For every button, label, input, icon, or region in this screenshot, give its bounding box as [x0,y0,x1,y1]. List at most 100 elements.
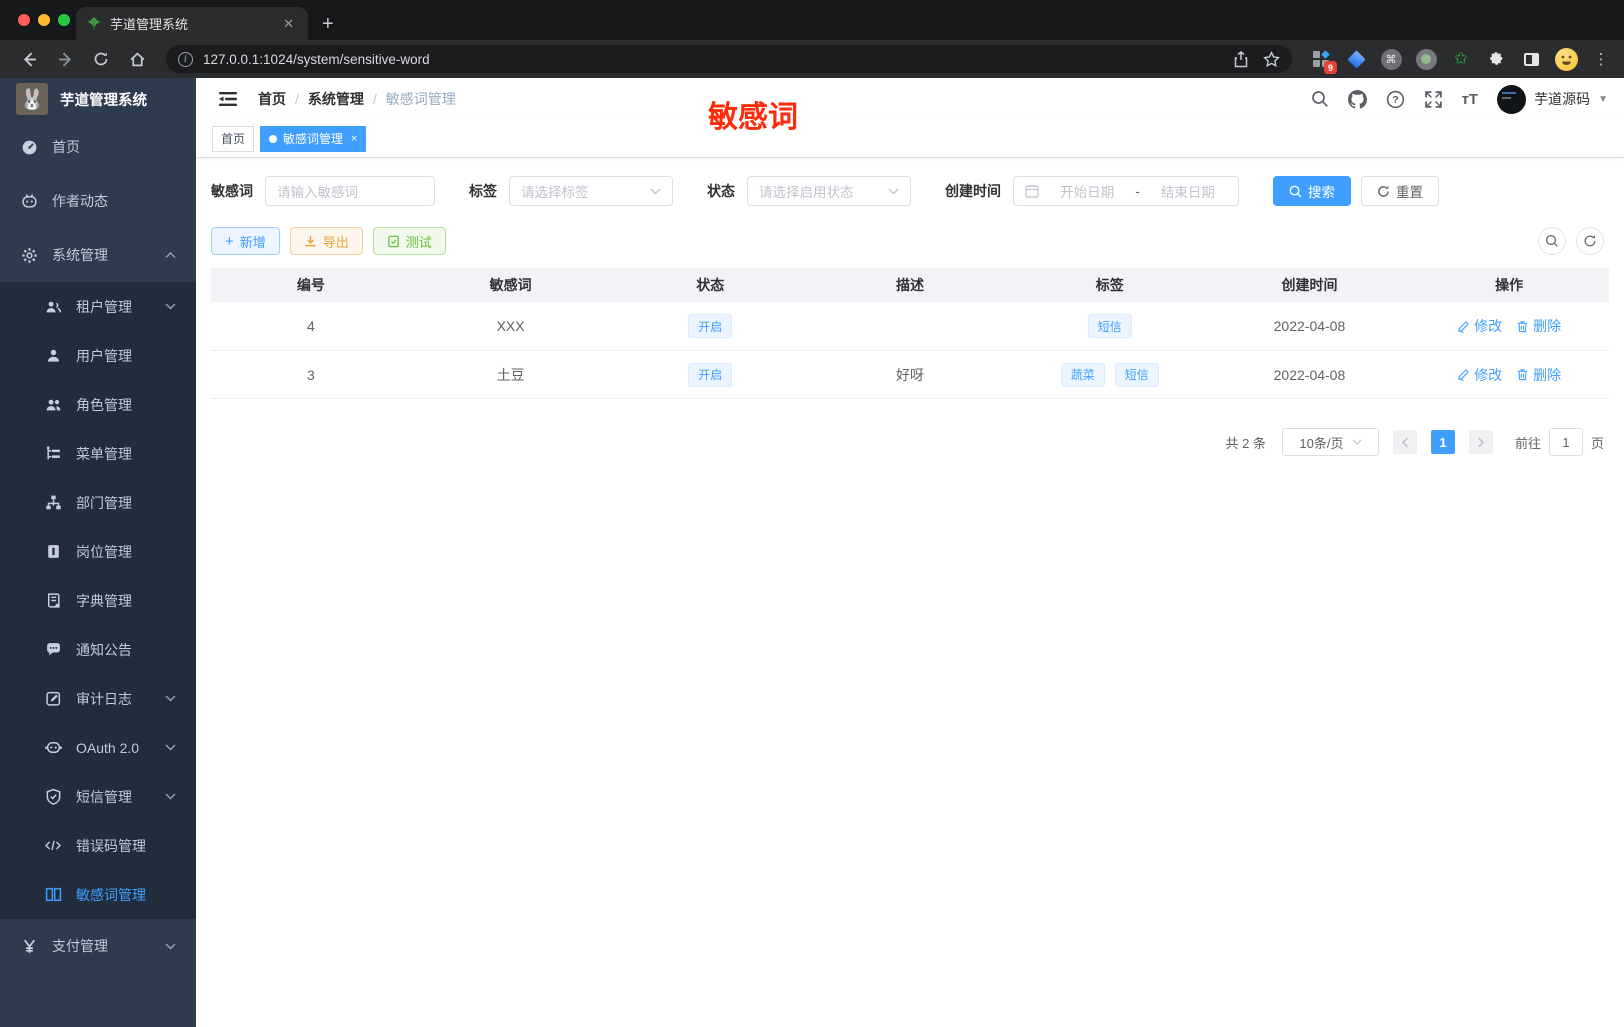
oauth-icon [44,739,62,756]
reload-button[interactable] [86,44,116,74]
page-size-select[interactable]: 10条/页 [1281,428,1379,456]
tag-select[interactable]: 请选择标签 [509,176,673,206]
sidebar-item-dashboard[interactable]: 首页 [0,120,196,174]
traffic-lights[interactable] [18,14,70,26]
svg-text:?: ? [1392,94,1398,106]
zoom-window-button[interactable] [58,14,70,26]
cell-word: 土豆 [496,366,525,383]
breadcrumb-item[interactable]: 系统管理 [308,89,364,109]
reset-button[interactable]: 重置 [1361,176,1439,206]
date-end-placeholder: 结束日期 [1160,185,1215,200]
minimize-window-button[interactable] [38,14,50,26]
sidebar-item-sms[interactable]: 短信管理 [0,772,196,821]
forward-button[interactable] [50,44,80,74]
sidebar-item-post[interactable]: 岗位管理 [0,527,196,576]
table-header-cell: 标签 [1095,277,1124,293]
sidebar-item-pay[interactable]: 支付管理 [0,919,196,973]
active-dot-icon [269,134,278,143]
profile-avatar[interactable] [1554,47,1578,71]
sidebar-item-label: 岗位管理 [76,543,132,560]
extension-record-icon[interactable] [1415,48,1437,70]
fullscreen-icon[interactable] [1424,90,1443,109]
prev-page-button[interactable] [1392,430,1417,454]
share-icon[interactable] [1233,50,1249,68]
browser-menu-icon[interactable]: ⋮ [1590,48,1612,70]
new-tab-button[interactable]: + [322,14,334,34]
sidebar-item-open-book[interactable]: 敏感词管理 [0,870,196,919]
browser-tab[interactable]: 芋道管理系统 ✕ [76,7,308,40]
export-button[interactable]: 导出 [289,227,363,255]
table-row: 3 土豆 开启 好呀 蔬菜 短信 2022-04-08 修改 删除 [211,350,1609,398]
goto-page-input[interactable] [1548,428,1583,456]
table-header-row: 编号 敏感词 状态 描述 标签 创建时间 操作 [211,268,1609,302]
pagination: 共 2 条 10条/页 1 前往 页 [211,428,1609,456]
search-icon[interactable] [1311,90,1329,108]
extensions-puzzle-icon[interactable] [1485,48,1507,70]
chevron-down-icon [165,303,176,310]
extension-command-icon[interactable]: ⌘ [1380,48,1402,70]
sidebar-item-oauth[interactable]: OAuth 2.0 [0,723,196,772]
user-menu[interactable]: 芋道源码 ▼ [1497,84,1608,114]
sidebar-item-dict[interactable]: 字典管理 [0,576,196,625]
cell-tags: 蔬菜 短信 [1010,362,1210,387]
delete-link[interactable]: 删除 [1516,316,1561,336]
keyword-input[interactable]: 请输入敏感词 [265,176,435,206]
pagination-total: 共 2 条 [1225,435,1266,451]
next-page-button[interactable] [1468,430,1493,454]
delete-link[interactable]: 删除 [1516,365,1561,385]
date-range-picker[interactable]: 开始日期 - 结束日期 [1013,176,1239,206]
show-search-toggle-button[interactable] [1538,227,1566,255]
breadcrumb-item[interactable]: 首页 [258,89,286,109]
page-content: 敏感词 请输入敏感词 标签 请选择标签 状态 请选择启用状态 创建时间 开始日期 [196,158,1624,1027]
extension-grid-icon[interactable]: 9 [1310,48,1337,74]
tab-close-icon[interactable]: ✕ [279,16,298,32]
close-window-button[interactable] [18,14,30,26]
sidebar-item-notice[interactable]: 通知公告 [0,625,196,674]
edit-link[interactable]: 修改 [1457,365,1502,385]
route-tab[interactable]: 敏感词管理 × [260,125,367,152]
back-button[interactable] [14,44,44,74]
github-icon[interactable] [1347,89,1367,109]
sidebar-item-user[interactable]: 用户管理 [0,331,196,380]
status-select[interactable]: 请选择启用状态 [747,176,911,206]
keyword-label: 敏感词 [211,183,253,199]
app-logo-row[interactable]: 🐰 芋道管理系统 [0,78,196,120]
cell-id: 4 [306,318,315,334]
sidebar-item-author[interactable]: 作者动态 [0,174,196,228]
hamburger-icon[interactable] [218,90,238,108]
refresh-table-button[interactable] [1576,227,1604,255]
route-tab[interactable]: 首页 [212,125,255,152]
add-button[interactable]: + 新增 [211,227,280,255]
date-label: 创建时间 [945,183,1001,199]
extension-gem-icon[interactable] [1345,48,1367,70]
bookmark-star-icon[interactable] [1263,50,1280,68]
table-toolbar: + 新增 导出 测试 [211,227,1609,255]
sidebar-item-audit[interactable]: 审计日志 [0,674,196,723]
sidebar-item-gear[interactable]: 系统管理 [0,228,196,282]
test-button[interactable]: 测试 [372,227,446,255]
sidebar-panel-icon[interactable] [1520,48,1542,70]
sidebar-item-tenant[interactable]: 租户管理 [0,282,196,331]
route-tabs-bar: 首页 敏感词管理 × [196,120,1624,158]
sensitive-word-table: 编号 敏感词 状态 描述 标签 创建时间 操作 4 XXX 开启 短信 2022-04-08 修改 删除… [211,268,1609,399]
sidebar-item-label: 敏感词管理 [76,886,146,903]
sidebar-item-label: 系统管理 [52,247,108,263]
tab-close-icon[interactable]: × [351,133,357,145]
home-button[interactable] [122,44,152,74]
goto-label: 前往 [1514,435,1541,451]
page-number-button[interactable]: 1 [1430,430,1455,454]
site-info-icon[interactable]: i [178,51,193,67]
sidebar-item-menu-tree[interactable]: 菜单管理 [0,429,196,478]
sidebar-item-label: 部门管理 [76,494,132,511]
extension-star-icon[interactable]: ✩ [1450,48,1472,70]
sidebar-item-org[interactable]: 部门管理 [0,478,196,527]
sidebar-item-role[interactable]: 角色管理 [0,380,196,429]
dict-icon [44,592,62,609]
font-size-icon[interactable]: тT [1462,91,1479,108]
url-bar[interactable]: i 127.0.0.1:1024/system/sensitive-word [166,45,1292,73]
chevron-down-icon [165,695,176,702]
sidebar-item-errorcode[interactable]: 错误码管理 [0,821,196,870]
help-icon[interactable]: ? [1386,90,1405,109]
edit-link[interactable]: 修改 [1457,316,1502,336]
search-button[interactable]: 搜索 [1273,176,1351,206]
